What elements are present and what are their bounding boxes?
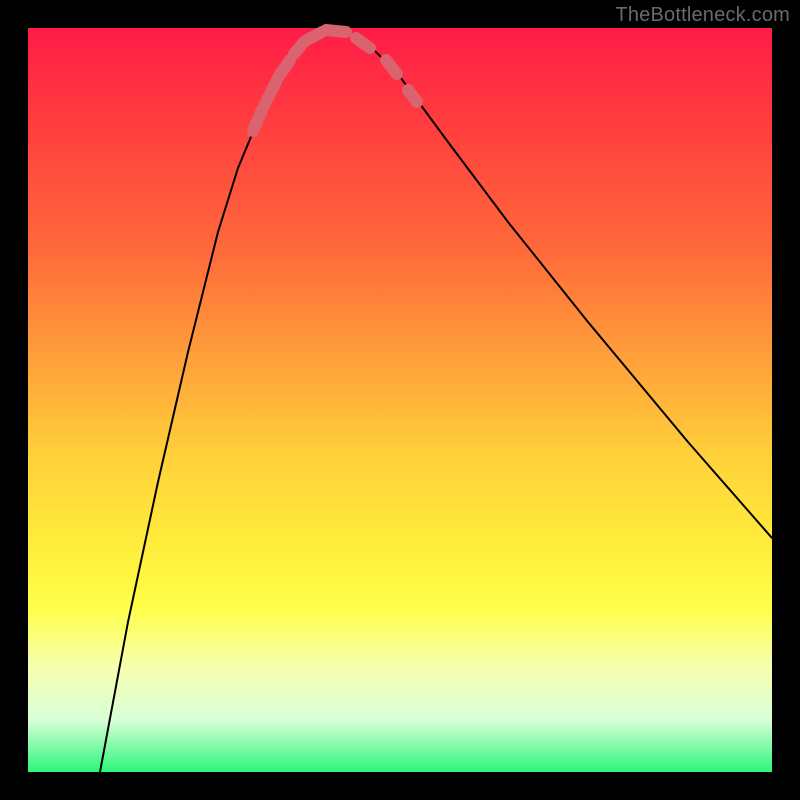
pink-marker-segment [408,90,417,102]
pink-marker-segment [356,38,370,48]
pink-marker-segment [386,60,397,74]
chart-frame: TheBottleneck.com [0,0,800,800]
pink-marker-segment [326,30,346,32]
pink-markers [253,30,417,131]
pink-marker-segment [307,32,322,40]
watermark-text: TheBottleneck.com [615,4,790,27]
pink-marker-segment [282,60,290,72]
plot-area [28,28,772,772]
curve-layer [28,28,772,772]
pink-marker-segment [253,110,262,131]
bottleneck-curve [100,30,772,772]
